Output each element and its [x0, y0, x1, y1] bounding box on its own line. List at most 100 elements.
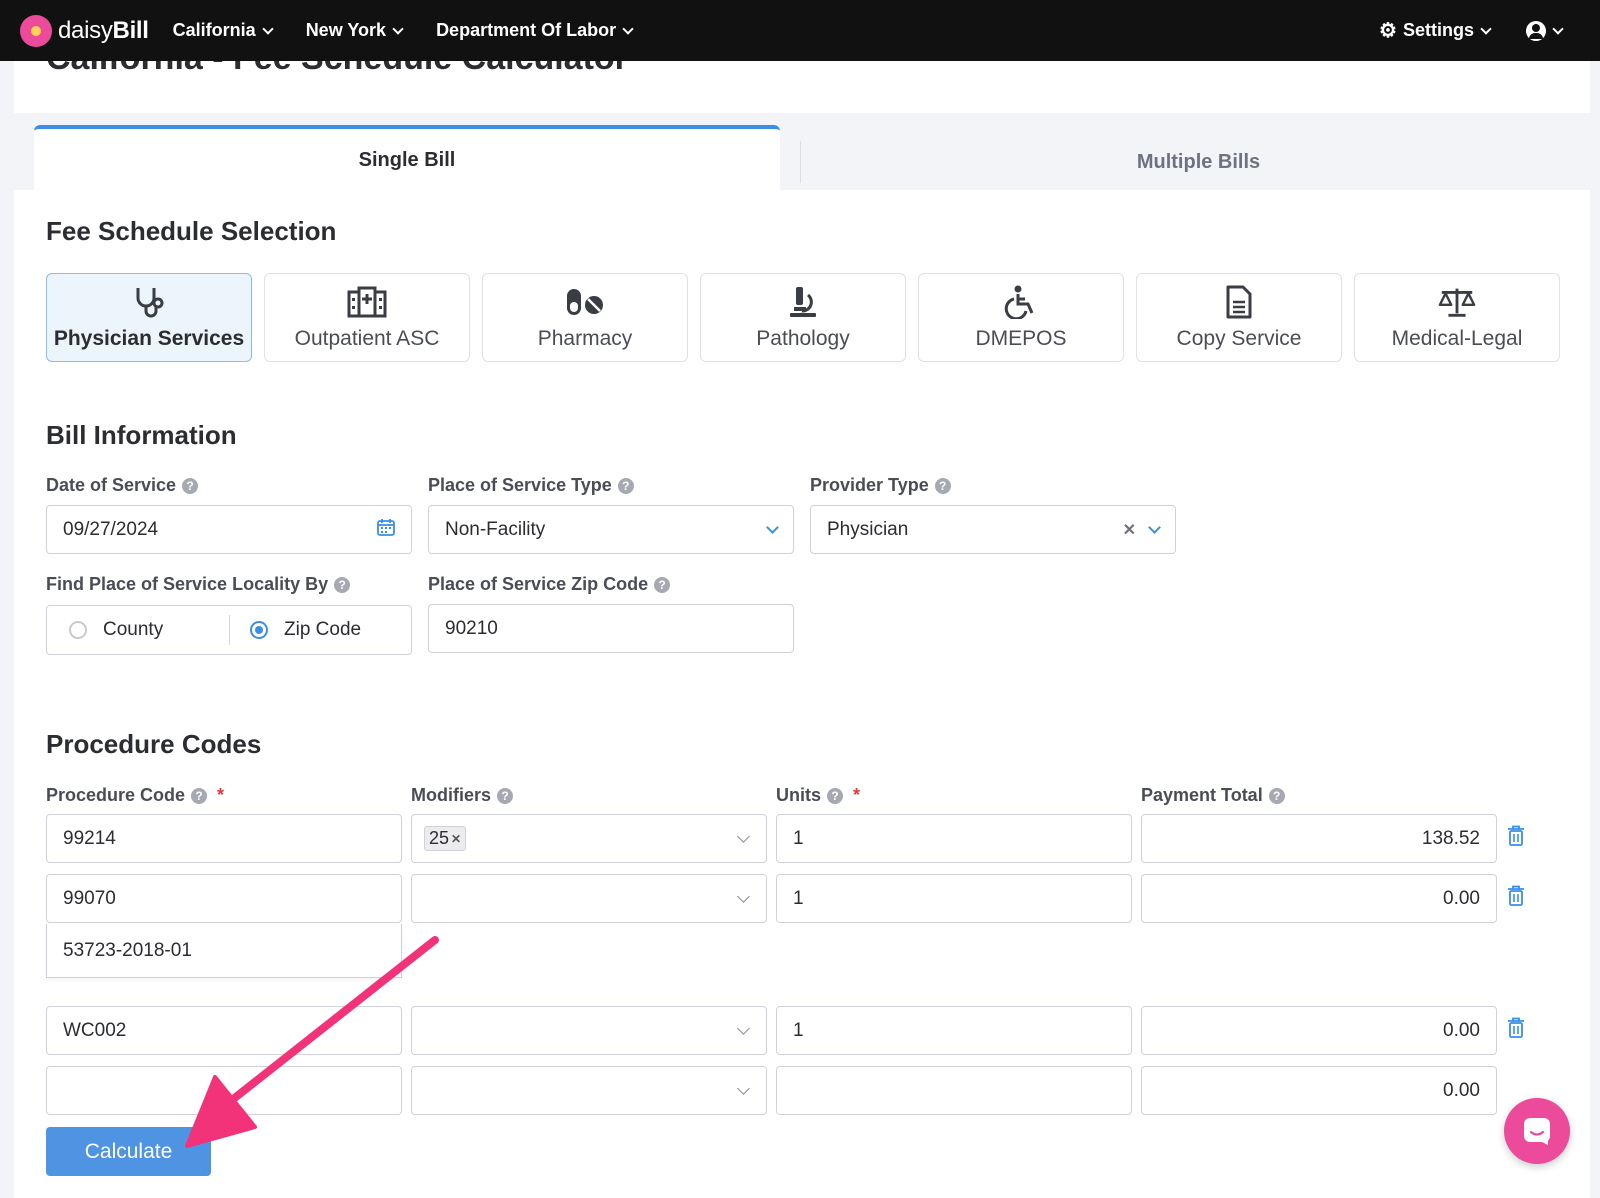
modifier-tag[interactable]: 25 ✕ [424, 826, 467, 851]
chevron-down-icon [737, 829, 750, 843]
fee-option-label: DMEPOS [975, 326, 1067, 350]
procedure-code-input[interactable] [46, 1066, 402, 1115]
wheelchair-icon [1001, 285, 1041, 319]
modifiers-select[interactable]: 25 ✕ [411, 814, 767, 863]
units-input[interactable] [776, 1066, 1132, 1115]
hospital-icon [347, 285, 387, 319]
help-icon[interactable]: ? [934, 477, 951, 494]
help-icon[interactable]: ? [191, 787, 208, 804]
top-navbar: daisyBill California New York Department… [0, 0, 1600, 61]
modifiers-select[interactable] [411, 874, 767, 923]
date-of-service-input[interactable]: 09/27/2024 [46, 505, 412, 554]
microscope-icon [783, 285, 823, 319]
chat-widget-button[interactable] [1504, 1098, 1570, 1164]
zip-code-label: Place of Service Zip Code? [428, 574, 671, 595]
chevron-down-icon [1480, 22, 1492, 35]
scales-icon [1437, 285, 1477, 319]
fee-option-copy-service[interactable]: Copy Service [1136, 273, 1342, 362]
date-of-service-label: Date of Service? [46, 475, 199, 496]
place-of-service-type-label: Place of Service Type? [428, 475, 634, 496]
provider-type-label: Provider Type? [810, 475, 951, 496]
fee-option-label: Physician Services [53, 326, 245, 350]
nav-california[interactable]: California [173, 20, 274, 41]
payment-total-field: 0.00 [1141, 874, 1497, 923]
payment-total-field: 0.00 [1141, 1006, 1497, 1055]
chevron-down-icon [392, 22, 404, 35]
help-icon[interactable]: ? [1268, 787, 1285, 804]
chevron-down-icon [622, 22, 634, 35]
fee-option-medical-legal[interactable]: Medical-Legal [1354, 273, 1560, 362]
payment-total-field: 0.00 [1141, 1066, 1497, 1115]
tab-single-bill[interactable]: Single Bill [34, 125, 780, 191]
locality-method-radio-group: County Zip Code [46, 605, 412, 655]
payment-total-field: 138.52 [1141, 814, 1497, 863]
trash-icon[interactable] [1507, 885, 1525, 907]
trash-icon[interactable] [1507, 1017, 1525, 1039]
divider [229, 615, 230, 645]
fee-option-label: Copy Service [1176, 326, 1302, 350]
help-icon[interactable]: ? [827, 787, 843, 804]
tab-multiple-bills[interactable]: Multiple Bills [800, 141, 1596, 183]
help-icon[interactable]: ? [334, 576, 351, 593]
units-header: Units? * [776, 785, 861, 805]
zip-code-input[interactable]: 90210 [428, 604, 794, 653]
pills-icon [565, 285, 605, 319]
daisy-icon [20, 14, 52, 47]
fee-option-physician-services[interactable]: Physician Services [46, 273, 252, 362]
procedure-code-input[interactable]: 99214 [46, 814, 402, 863]
radio-zip-code[interactable]: Zip Code [250, 606, 361, 654]
nav-department-of-labor[interactable]: Department Of Labor [436, 20, 634, 41]
calculate-button[interactable]: Calculate [46, 1127, 211, 1176]
settings-menu[interactable]: ⚙ Settings [1379, 18, 1492, 43]
bill-information-title: Bill Information [46, 420, 237, 450]
fee-option-pharmacy[interactable]: Pharmacy [482, 273, 688, 362]
procedure-code-input[interactable]: WC002 [46, 1006, 402, 1055]
clear-icon[interactable]: ✕ [1123, 520, 1136, 540]
fee-option-label: Outpatient ASC [294, 326, 440, 350]
procedure-code-header: Procedure Code? * [46, 785, 225, 805]
required-marker: * [853, 785, 861, 805]
nav-new-york[interactable]: New York [306, 20, 404, 41]
user-menu[interactable] [1526, 20, 1564, 41]
payment-total-header: Payment Total? [1141, 785, 1285, 806]
trash-icon[interactable] [1507, 825, 1525, 847]
chevron-down-icon [737, 1021, 750, 1035]
chevron-down-icon [766, 520, 779, 534]
chevron-down-icon [262, 22, 274, 35]
fee-option-dmepos[interactable]: DMEPOS [918, 273, 1124, 362]
chevron-down-icon [1552, 22, 1564, 35]
modifiers-select[interactable] [411, 1066, 767, 1115]
calendar-icon[interactable] [377, 518, 395, 542]
fee-schedule-title: Fee Schedule Selection [46, 216, 337, 246]
brand-logo[interactable]: daisyBill [20, 14, 149, 47]
procedure-code-suggestion[interactable]: 53723-2018-01 [46, 924, 402, 978]
radio-checked-icon [250, 621, 268, 639]
fee-option-outpatient-asc[interactable]: Outpatient ASC [264, 273, 470, 362]
units-input[interactable]: 1 [776, 1006, 1132, 1055]
chevron-down-icon [737, 889, 750, 903]
help-icon[interactable]: ? [497, 787, 514, 804]
remove-tag-icon[interactable]: ✕ [451, 832, 461, 846]
place-of-service-type-select[interactable]: Non-Facility [428, 505, 794, 554]
units-input[interactable]: 1 [776, 874, 1132, 923]
locality-method-label: Find Place of Service Locality By? [46, 574, 351, 595]
help-icon[interactable]: ? [182, 477, 199, 494]
units-input[interactable]: 1 [776, 814, 1132, 863]
procedure-code-input[interactable]: 99070 [46, 874, 402, 923]
chevron-down-icon [737, 1081, 750, 1095]
chat-icon [1524, 1118, 1550, 1145]
modifiers-header: Modifiers? [411, 785, 514, 806]
fee-option-label: Medical-Legal [1391, 326, 1523, 350]
gear-icon: ⚙ [1379, 20, 1397, 42]
modifiers-select[interactable] [411, 1006, 767, 1055]
procedure-codes-title: Procedure Codes [46, 729, 262, 759]
document-icon [1219, 285, 1259, 319]
title-card: California - Fee Schedule Calculator [14, 61, 1590, 113]
help-icon[interactable]: ? [617, 477, 634, 494]
provider-type-select[interactable]: Physician ✕ [810, 505, 1176, 554]
help-icon[interactable]: ? [654, 576, 671, 593]
user-avatar-icon [1526, 20, 1546, 41]
fee-option-pathology[interactable]: Pathology [700, 273, 906, 362]
radio-county[interactable]: County [47, 606, 229, 654]
chevron-down-icon [1148, 520, 1161, 534]
